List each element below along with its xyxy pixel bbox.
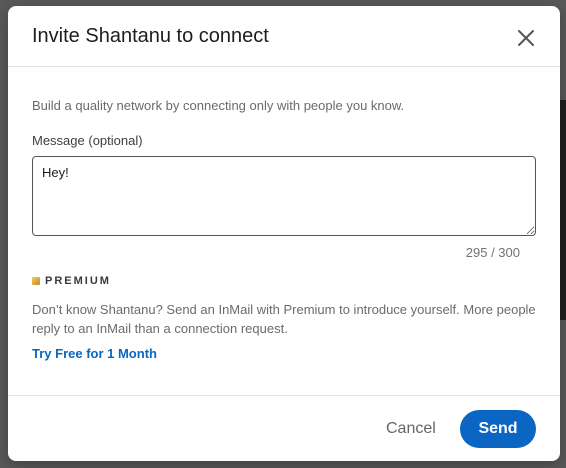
dialog-header: Invite Shantanu to connect [8,6,560,67]
close-button[interactable] [510,22,542,54]
premium-description: Don’t know Shantanu? Send an InMail with… [32,302,536,336]
helper-text: Build a quality network by connecting on… [32,98,405,113]
premium-label: PREMIUM [45,275,111,287]
try-free-link[interactable]: Try Free for 1 Month [32,346,157,361]
premium-icon [32,277,40,285]
message-label: Message (optional) [32,133,143,148]
send-button[interactable]: Send [460,410,536,448]
message-textarea[interactable] [32,156,536,236]
premium-badge: PREMIUM [32,274,111,288]
cancel-button[interactable]: Cancel [382,418,440,440]
close-icon [518,30,534,46]
invite-dialog: Invite Shantanu to connect Build a quali… [8,6,560,461]
dialog-title: Invite Shantanu to connect [32,25,269,47]
background-panel [560,100,566,320]
character-counter: 295 / 300 [465,245,520,260]
dialog-footer: Cancel Send [8,395,560,461]
